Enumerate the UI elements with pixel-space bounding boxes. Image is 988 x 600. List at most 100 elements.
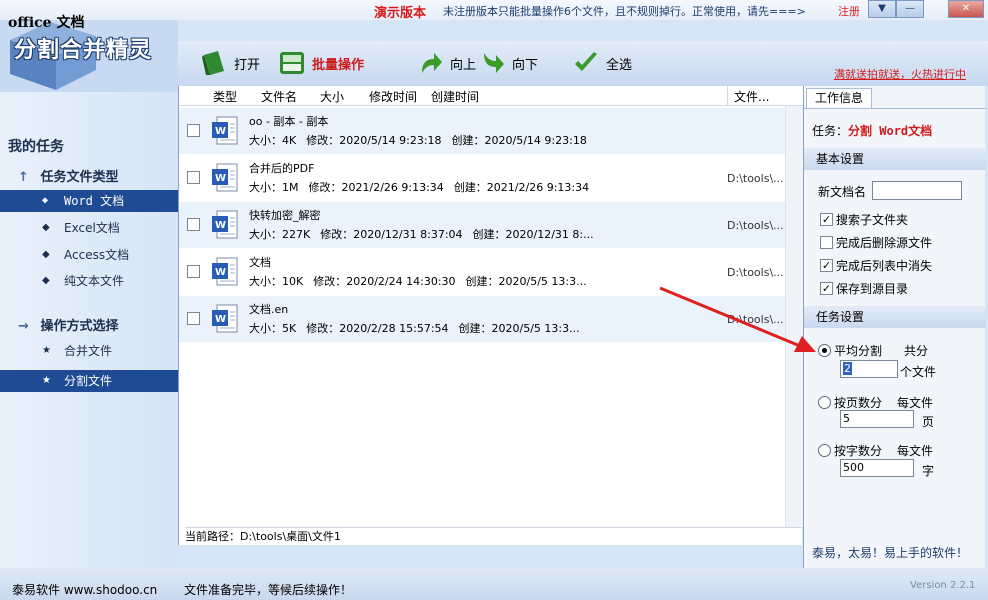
sidebar-item-access[interactable]: ◆ Access文档	[0, 244, 178, 266]
chars-per-file-input[interactable]: 500	[840, 459, 914, 477]
column-header-path[interactable]: 文件...	[734, 88, 769, 105]
split-even-radio[interactable]: 平均分割	[818, 342, 882, 359]
sidebar-item-text[interactable]: ◆ 纯文本文件	[0, 270, 178, 292]
file-size: 大小：5K	[249, 322, 297, 335]
sidebar-item-split[interactable]: ★ 分割文件	[0, 370, 178, 392]
sidebar-item-excel[interactable]: ◆ Excel文档	[0, 217, 178, 239]
split-even-unit: 个文件	[900, 365, 937, 379]
move-up-button[interactable]: 向上	[416, 47, 476, 79]
new-name-input[interactable]	[872, 181, 962, 200]
word-document-icon: W	[212, 116, 238, 145]
save-to-source-checkbox[interactable]: ✓ 保存到源目录	[820, 280, 908, 297]
column-header-type[interactable]: 类型	[213, 88, 237, 105]
row-checkbox[interactable]	[187, 312, 200, 325]
checkbox-box: ✓	[820, 213, 833, 226]
task-settings-header: 任务设置	[804, 306, 986, 328]
file-row[interactable]: W 文档 大小：10K 修改：2020/2/24 14:30:30 创建：2020/…	[179, 249, 785, 295]
chevron-down-icon: ▼	[878, 3, 886, 14]
sidebar: 我的任务 ↑ 任务文件类型 ◆ Word 文档 ◆ Excel文档 ◆ Acce…	[0, 92, 178, 576]
checkbox-label: 保存到源目录	[836, 282, 909, 296]
operation-section-header[interactable]: → 操作方式选择	[18, 315, 119, 334]
radio-label: 平均分割	[834, 344, 883, 358]
move-down-button[interactable]: 向下	[478, 47, 538, 79]
file-created: 创建：2021/2/26 9:13:34	[453, 181, 590, 194]
status-message: 文件准备完毕，等候后续操作！	[184, 583, 353, 597]
word-document-icon: W	[212, 257, 238, 286]
radio-dot	[818, 396, 831, 409]
sidebar-item-merge[interactable]: ★ 合并文件	[0, 340, 178, 362]
sidebar-item-label: 纯文本文件	[64, 274, 125, 288]
list-header: 类型 文件名 大小 修改时间 创建时间 文件...	[179, 86, 803, 106]
remove-from-list-checkbox[interactable]: ✓ 完成后列表中消失	[820, 257, 932, 274]
batch-operation-button[interactable]: 批量操作	[278, 47, 364, 79]
radio-dot	[818, 444, 831, 457]
word-document-icon: W	[212, 210, 238, 239]
file-row[interactable]: W 文档.en 大小：5K 修改：2020/2/28 15:57:54 创建：202…	[179, 296, 785, 342]
column-header-name[interactable]: 文件名	[261, 88, 297, 105]
file-type-section-header[interactable]: ↑ 任务文件类型	[18, 166, 119, 185]
promo-link[interactable]: 满就送拍就送，火热进行中	[834, 66, 966, 82]
file-row[interactable]: W 快转加密_解密 大小：227K 修改：2020/12/31 8:37:04 创建…	[179, 202, 785, 248]
word-document-icon: W	[212, 163, 238, 192]
file-path: D:\tools\...	[727, 313, 784, 326]
batch-operation-label: 批量操作	[312, 57, 365, 73]
close-button[interactable]: ✕	[948, 0, 984, 18]
file-row[interactable]: W 合并后的PDF 大小：1M 修改：2021/2/26 9:13:34 创建：20…	[179, 155, 785, 201]
file-size: 大小：10K	[249, 275, 304, 288]
version-label: Version 2.2.1	[910, 580, 976, 591]
file-created: 创建：2020/5/5 13:3...	[458, 322, 580, 335]
tab-divider	[804, 108, 986, 109]
window-menu-button[interactable]: ▼	[868, 0, 896, 18]
tab-work-info[interactable]: 工作信息	[806, 88, 872, 108]
row-checkbox[interactable]	[187, 124, 200, 137]
row-checkbox[interactable]	[187, 171, 200, 184]
file-meta: 大小：10K 修改：2020/2/24 14:30:30 创建：2020/5/5 1…	[249, 273, 597, 289]
svg-text:W: W	[215, 220, 226, 231]
file-list: 类型 文件名 大小 修改时间 创建时间 文件... W oo - 副本 - 副本…	[178, 86, 803, 545]
select-all-button[interactable]: 全选	[572, 47, 632, 79]
sidebar-item-label: 分割文件	[64, 374, 113, 388]
move-up-label: 向上	[450, 57, 477, 73]
vertical-scrollbar[interactable]	[785, 106, 803, 527]
row-checkbox[interactable]	[187, 218, 200, 231]
checkbox-label: 搜索子文件夹	[836, 213, 909, 227]
column-header-size[interactable]: 大小	[320, 88, 344, 105]
register-link[interactable]: 注册	[838, 3, 860, 19]
file-meta: 大小：1M 修改：2021/2/26 9:13:34 创建：2021/2/26 9:…	[249, 179, 599, 195]
sidebar-item-word[interactable]: ◆ Word 文档	[0, 190, 178, 212]
file-meta: 大小：5K 修改：2020/2/28 15:57:54 创建：2020/5/5 13…	[249, 320, 590, 336]
toolbar: 打开 批量操作 向上 向下 全选 满就送拍就送，火热进行中	[178, 41, 988, 86]
star-bullet-icon: ★	[42, 375, 51, 386]
sidebar-item-label: 合并文件	[64, 344, 113, 358]
pages-per-file-input[interactable]: 5	[840, 410, 914, 428]
delete-source-checkbox[interactable]: 完成后删除源文件	[820, 234, 932, 251]
work-info-panel: 工作信息 任务：分割 Word文档 基本设置 新文档名 ✓ 搜索子文件夹 完成后…	[803, 86, 986, 568]
arrow-down-icon	[484, 53, 504, 73]
file-meta: 大小：227K 修改：2020/12/31 8:37:04 创建：2020/12/3…	[249, 226, 604, 242]
file-name: 合并后的PDF	[249, 162, 315, 175]
split-even-count-input[interactable]: 2	[840, 360, 898, 378]
row-checkbox[interactable]	[187, 265, 200, 278]
open-button[interactable]: 打开	[200, 47, 260, 79]
search-subfolders-checkbox[interactable]: ✓ 搜索子文件夹	[820, 211, 908, 228]
my-tasks-heading: 我的任务	[8, 139, 64, 155]
chars-unit: 字	[922, 464, 935, 478]
arrow-up-icon: ↑	[18, 170, 29, 185]
checkbox-label: 完成后删除源文件	[836, 236, 933, 250]
split-by-chars-radio[interactable]: 按字数分	[818, 442, 882, 459]
column-header-modified[interactable]: 修改时间	[369, 88, 417, 105]
current-path: 当前路径：D:\tools\桌面\文件1	[185, 527, 803, 545]
checkbox-box	[820, 236, 833, 249]
file-modified: 修改：2020/12/31 8:37:04	[320, 228, 463, 241]
diamond-bullet-icon: ◆	[42, 249, 50, 260]
split-by-pages-radio[interactable]: 按页数分	[818, 394, 882, 411]
sidebar-item-label: Excel文档	[64, 221, 120, 235]
file-path: D:\tools\...	[727, 266, 784, 279]
word-document-icon: W	[212, 304, 238, 333]
arrow-up-icon	[422, 53, 442, 73]
column-header-created[interactable]: 创建时间	[431, 88, 479, 105]
file-row[interactable]: W oo - 副本 - 副本 大小：4K 修改：2020/5/14 9:23:18…	[179, 108, 785, 154]
file-size: 大小：227K	[249, 228, 311, 241]
minimize-button[interactable]: —	[896, 0, 924, 18]
file-meta: 大小：4K 修改：2020/5/14 9:23:18 创建：2020/5/14 9:…	[249, 132, 597, 148]
